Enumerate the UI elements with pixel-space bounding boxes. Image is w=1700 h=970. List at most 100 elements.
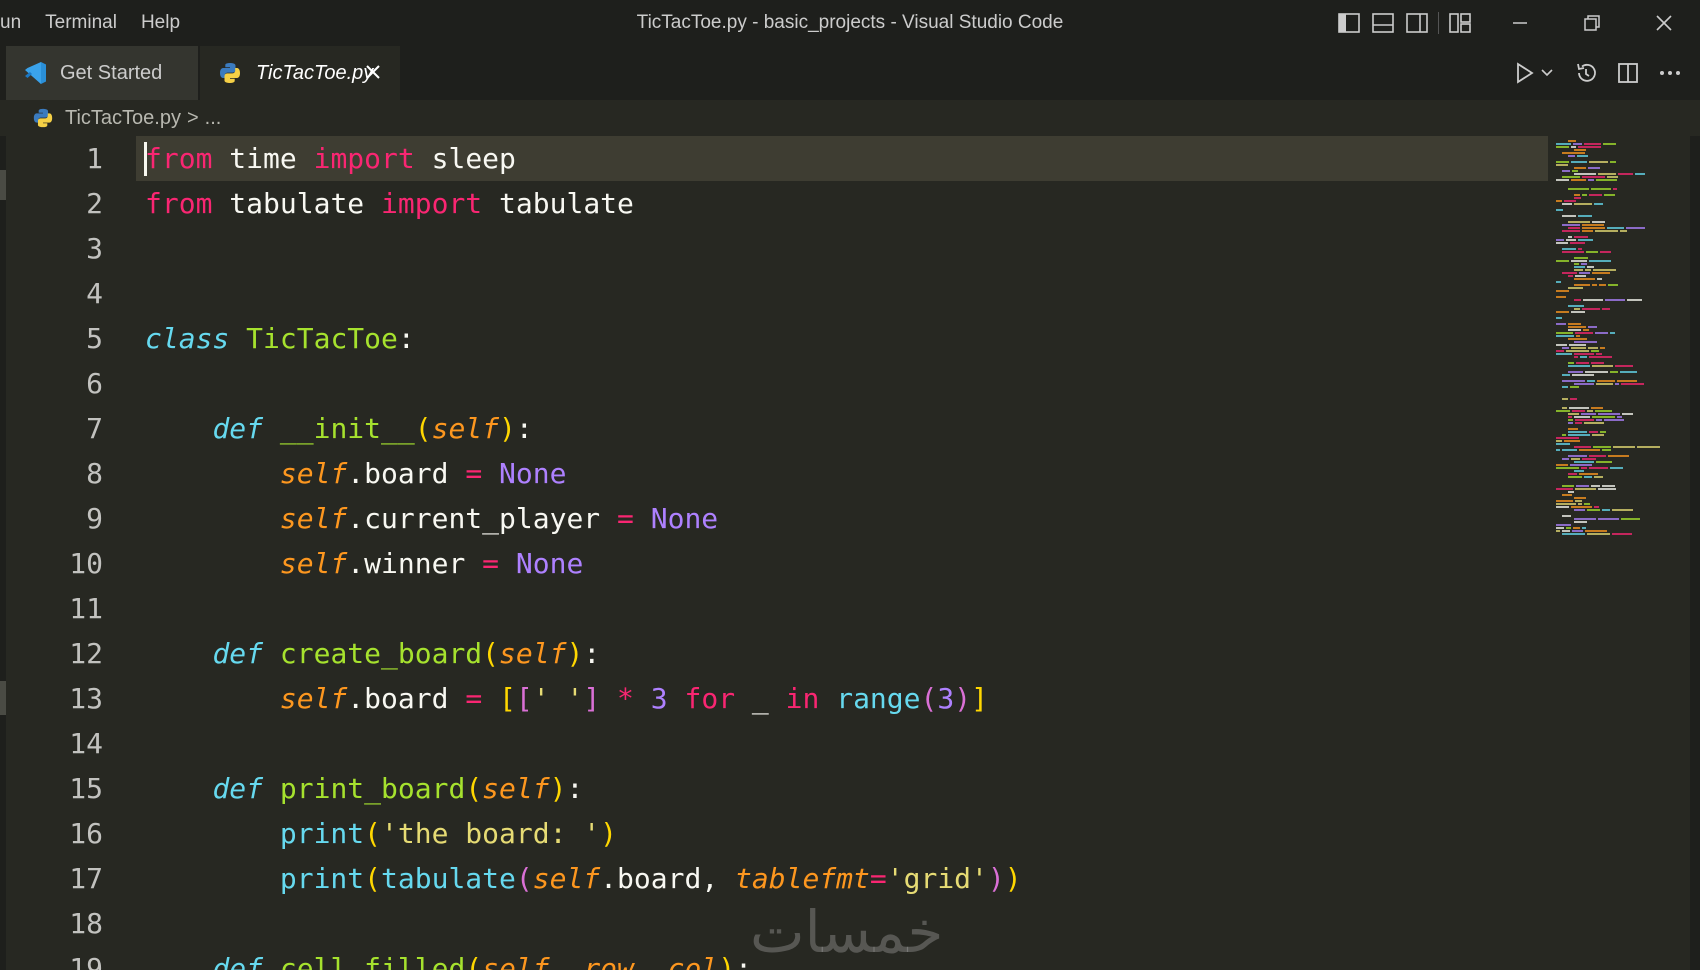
minimap-line	[1615, 383, 1619, 385]
minimap-line	[1575, 419, 1594, 421]
code-editor[interactable]: 1 from time import sleep 2 from tabulate im…	[0, 136, 1548, 970]
minimap-line	[1613, 446, 1635, 448]
close-window-icon[interactable]	[1628, 0, 1700, 46]
code-line[interactable]: 16 print('the board: ')	[0, 811, 1548, 856]
minimap-line	[1582, 227, 1605, 229]
code-line[interactable]: 4	[0, 271, 1548, 316]
line-number: 16	[69, 817, 103, 850]
code-line[interactable]: 9 self.current_player = None	[0, 496, 1548, 541]
code-line[interactable]: 1 from time import sleep	[0, 136, 1548, 181]
minimap-line	[1568, 140, 1576, 142]
close-tab-icon[interactable]	[360, 59, 386, 85]
run-python-file-icon[interactable]	[1514, 59, 1558, 87]
menu-help[interactable]: Help	[129, 0, 192, 46]
minimap-line	[1566, 527, 1571, 529]
code-line[interactable]: 8 self.board = None	[0, 451, 1548, 496]
minimap-line	[1580, 356, 1587, 358]
code-line[interactable]: 13 self.board = [[' '] * 3 for _ in rang…	[0, 676, 1548, 721]
breadcrumb-more[interactable]: ...	[205, 107, 222, 130]
code-text: self.board = None	[279, 457, 567, 490]
minimap-line	[1556, 242, 1568, 244]
minimap-line	[1622, 413, 1633, 415]
minimize-icon[interactable]	[1484, 0, 1556, 46]
minimap-line	[1617, 380, 1637, 382]
vertical-scrollbar[interactable]	[1690, 136, 1700, 970]
minimap-line	[1587, 533, 1610, 535]
minimap-line	[1556, 143, 1571, 145]
minimap-line	[1621, 383, 1644, 385]
toggle-primary-sidebar-icon[interactable]	[1336, 9, 1362, 37]
minimap-line	[1564, 440, 1580, 442]
minimap-line	[1585, 269, 1591, 271]
code-line[interactable]: 3	[0, 226, 1548, 271]
toggle-panel-icon[interactable]	[1370, 9, 1396, 37]
minimap-line	[1593, 446, 1611, 448]
code-text: self.winner = None	[279, 547, 584, 580]
minimap-line	[1568, 326, 1586, 328]
minimap-line	[1600, 347, 1605, 349]
minimap-line	[1556, 323, 1566, 325]
code-text: class TicTacToe:	[145, 322, 415, 355]
code-line[interactable]: 5 class TicTacToe:	[0, 316, 1548, 361]
tab-tictactoe[interactable]: TicTacToe.py	[200, 46, 400, 100]
customize-layout-icon[interactable]	[1447, 9, 1473, 37]
breadcrumb-file[interactable]: TicTacToe.py	[65, 107, 181, 130]
minimap-line	[1574, 521, 1587, 523]
minimap-line	[1556, 239, 1564, 241]
minimap-line	[1568, 419, 1573, 421]
minimap-line	[1582, 527, 1586, 529]
timeline-history-icon[interactable]	[1572, 59, 1600, 87]
restore-icon[interactable]	[1556, 0, 1628, 46]
minimap-line	[1627, 299, 1642, 301]
menu-run[interactable]: un	[0, 0, 33, 46]
window-controls	[1484, 0, 1700, 46]
code-text: def print_board(self):	[212, 772, 584, 805]
code-line[interactable]: 15 def print_board(self):	[0, 766, 1548, 811]
code-line[interactable]: 17 print(tabulate(self.board, tablefmt='…	[0, 856, 1548, 901]
minimap-line	[1608, 284, 1618, 286]
python-icon	[218, 59, 246, 87]
minimap-line	[1556, 209, 1563, 211]
minimap-line	[1574, 497, 1586, 499]
minimap-line	[1556, 500, 1573, 502]
minimap-line	[1570, 464, 1592, 466]
title-bar: un Terminal Help TicTacToe.py - basic_pr…	[0, 0, 1700, 46]
minimap-line	[1568, 491, 1574, 493]
minimap-line	[1556, 449, 1560, 451]
minimap-line	[1556, 524, 1571, 526]
split-editor-icon[interactable]	[1614, 59, 1642, 87]
minimap[interactable]	[1548, 136, 1700, 970]
minimap-line	[1620, 371, 1637, 373]
minimap-line	[1568, 323, 1581, 325]
menu-terminal[interactable]: Terminal	[33, 0, 129, 46]
minimap-line	[1562, 380, 1585, 382]
minimap-line	[1556, 467, 1579, 469]
minimap-line	[1620, 230, 1627, 232]
minimap-line	[1582, 308, 1600, 310]
minimap-line	[1582, 176, 1605, 178]
minimap-line	[1570, 386, 1579, 388]
breadcrumb-separator: >	[186, 106, 199, 129]
toggle-secondary-sidebar-icon[interactable]	[1404, 9, 1430, 37]
minimap-line	[1556, 311, 1569, 313]
code-line[interactable]: 10 self.winner = None	[0, 541, 1548, 586]
minimap-line	[1562, 248, 1576, 250]
minimap-line	[1574, 266, 1585, 268]
code-line[interactable]: 6	[0, 361, 1548, 406]
minimap-line	[1592, 221, 1605, 223]
tab-get-started[interactable]: Get Started	[6, 46, 198, 100]
line-number: 14	[69, 727, 103, 760]
code-line[interactable]: 2 from tabulate import tabulate	[0, 181, 1548, 226]
minimap-line	[1571, 311, 1585, 313]
code-line[interactable]: 7 def __init__(self):	[0, 406, 1548, 451]
minimap-line	[1574, 509, 1585, 511]
code-line[interactable]: 12 def create_board(self):	[0, 631, 1548, 676]
minimap-line	[1574, 263, 1579, 265]
more-actions-icon[interactable]	[1656, 59, 1684, 87]
minimap-line	[1602, 485, 1615, 487]
code-line[interactable]: 14	[0, 721, 1548, 766]
minimap-line	[1574, 299, 1581, 301]
minimap-line	[1556, 437, 1579, 439]
code-line[interactable]: 11	[0, 586, 1548, 631]
minimap-line	[1586, 251, 1598, 253]
